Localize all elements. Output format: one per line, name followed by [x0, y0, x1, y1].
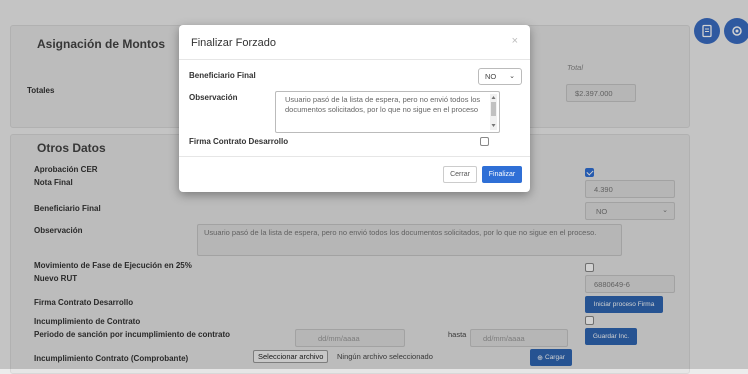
modal-observacion-textarea[interactable]: Usuario pasó de la lista de espera, pero…	[275, 91, 500, 133]
modal-observacion-label: Observación	[189, 93, 238, 102]
modal-firma-label: Firma Contrato Desarrollo	[189, 137, 289, 146]
modal-firma-checkbox[interactable]	[480, 137, 489, 146]
modal-observacion-text: Usuario pasó de la lista de espera, pero…	[285, 95, 481, 114]
modal-header-divider	[179, 59, 530, 60]
chevron-down-icon: ⌄	[509, 73, 515, 80]
modal-footer-divider	[179, 156, 530, 157]
finalizar-button[interactable]: Finalizar	[482, 166, 522, 183]
modal-beneficiario-select[interactable]: NO ⌄	[478, 68, 522, 85]
close-icon[interactable]: ×	[512, 35, 518, 47]
finalizar-forzado-modal: Finalizar Forzado × Beneficiario Final N…	[179, 25, 530, 192]
modal-title: Finalizar Forzado	[191, 37, 276, 49]
cerrar-button[interactable]: Cerrar	[443, 166, 477, 183]
textarea-scrollbar[interactable]	[490, 94, 497, 130]
modal-beneficiario-label: Beneficiario Final	[189, 71, 256, 80]
modal-beneficiario-value: NO	[485, 72, 497, 81]
